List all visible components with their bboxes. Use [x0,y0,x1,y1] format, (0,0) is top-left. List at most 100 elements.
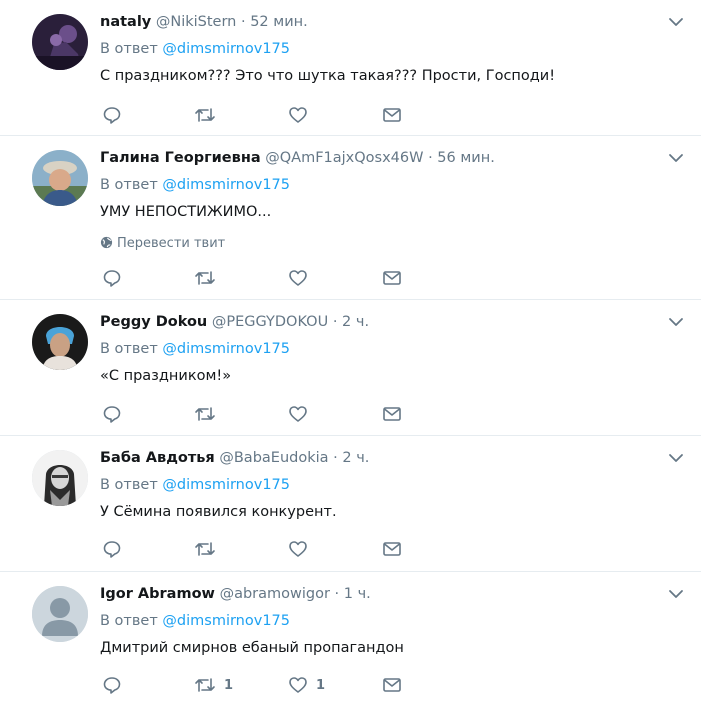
direct-message-button[interactable] [382,266,402,290]
chevron-down-icon[interactable] [666,448,686,468]
retweet-button[interactable] [194,402,224,426]
separator-dot: · [428,150,433,166]
tweet[interactable]: nataly @NikiStern · 52 мин. В ответ @dim… [0,0,701,136]
envelope-icon [383,271,401,285]
retweet-icon [195,108,215,122]
separator-dot: · [332,314,338,330]
retweet-icon [195,271,215,285]
reply-button[interactable] [102,537,122,561]
reply-prefix: В ответ [100,613,158,629]
tweet-text: УМУ НЕПОСТИЖИМО... [100,204,272,220]
display-name[interactable]: Галина Георгиевна [100,150,261,166]
separator-dot: · [334,586,340,602]
retweet-icon [195,542,215,556]
tweet[interactable]: Peggy Dokou @PEGGYDOKOU · 2 ч. В ответ @… [0,300,701,436]
tweet[interactable]: Баба Авдотья @BabaEudokia · 2 ч. В ответ… [0,436,701,572]
retweet-icon [195,678,215,692]
heart-icon [289,107,307,123]
like-button[interactable] [288,537,316,561]
reply-context: В ответ @dimsmirnov175 [100,38,290,60]
chevron-down-icon[interactable] [666,12,686,32]
heart-icon [289,270,307,286]
timestamp[interactable]: 2 ч. [342,314,369,330]
reply-prefix: В ответ [100,41,158,57]
tweet[interactable]: Галина Георгиевна @QAmF1ajxQosx46W · 56 … [0,136,701,300]
avatar[interactable] [32,450,88,506]
mention-link[interactable]: @dimsmirnov175 [162,477,290,493]
display-name[interactable]: Igor Abramow [100,586,215,602]
avatar[interactable] [32,586,88,642]
tweet-header: Peggy Dokou @PEGGYDOKOU · 2 ч. [100,311,369,333]
reply-button[interactable] [102,402,122,426]
like-button[interactable] [288,402,316,426]
user-handle[interactable]: @PEGGYDOKOU [212,314,328,330]
envelope-icon [383,407,401,421]
separator-dot: · [240,14,246,30]
chevron-down-icon[interactable] [666,148,686,168]
user-handle[interactable]: @BabaEudokia [219,450,328,466]
direct-message-button[interactable] [382,673,402,697]
heart-icon [289,677,307,693]
user-handle[interactable]: @NikiStern [156,14,237,30]
user-handle[interactable]: @QAmF1ajxQosx46W [265,150,423,166]
avatar[interactable] [32,150,88,206]
mention-link[interactable]: @dimsmirnov175 [162,613,290,629]
envelope-icon [383,678,401,692]
timestamp[interactable]: 52 мин. [250,14,308,30]
timestamp[interactable]: 1 ч. [344,586,371,602]
direct-message-button[interactable] [382,402,402,426]
avatar[interactable] [32,14,88,70]
tweet-text: У Сёмина появился конкурент. [100,504,337,520]
like-button[interactable] [288,103,316,127]
mention-link[interactable]: @dimsmirnov175 [162,177,290,193]
direct-message-button[interactable] [382,537,402,561]
display-name[interactable]: Peggy Dokou [100,314,207,330]
reply-icon [103,541,121,558]
timestamp[interactable]: 56 мин. [437,150,495,166]
retweet-count: 1 [224,677,234,693]
translate-tweet-link[interactable]: Перевести твит [100,234,225,254]
user-handle[interactable]: @abramowigor [220,586,330,602]
reply-button[interactable] [102,673,122,697]
tweet-actions [100,103,420,127]
reply-icon [103,677,121,694]
chevron-down-icon[interactable] [666,312,686,332]
timestamp[interactable]: 2 ч. [342,450,369,466]
direct-message-button[interactable] [382,103,402,127]
envelope-icon [383,542,401,556]
like-button[interactable] [288,266,316,290]
reply-button[interactable] [102,266,122,290]
retweet-icon [195,407,215,421]
mention-link[interactable]: @dimsmirnov175 [162,41,290,57]
mention-link[interactable]: @dimsmirnov175 [162,341,290,357]
reply-icon [103,107,121,124]
tweet-actions: 1 1 [100,673,420,697]
tweet-header: Галина Георгиевна @QAmF1ajxQosx46W · 56 … [100,147,495,169]
reply-button[interactable] [102,103,122,127]
like-count: 1 [316,677,326,693]
tweet-actions [100,266,420,290]
reply-context: В ответ @dimsmirnov175 [100,610,290,632]
separator-dot: · [333,450,338,466]
retweet-button[interactable]: 1 [194,673,233,697]
chevron-down-icon[interactable] [666,584,686,604]
avatar[interactable] [32,314,88,370]
display-name[interactable]: nataly [100,14,151,30]
retweet-button[interactable] [194,537,224,561]
reply-context: В ответ @dimsmirnov175 [100,474,290,496]
retweet-button[interactable] [194,103,224,127]
tweet-header: nataly @NikiStern · 52 мин. [100,11,308,33]
envelope-icon [383,108,401,122]
reply-icon [103,406,121,423]
like-button[interactable]: 1 [288,673,325,697]
heart-icon [289,541,307,557]
tweet-actions [100,537,420,561]
reply-context: В ответ @dimsmirnov175 [100,338,290,360]
globe-icon [100,236,113,249]
tweet[interactable]: Igor Abramow @abramowigor · 1 ч. В ответ… [0,572,701,703]
retweet-button[interactable] [194,266,224,290]
reply-context: В ответ @dimsmirnov175 [100,174,290,196]
tweet-text: С праздником??? Это что шутка такая??? П… [100,68,556,84]
display-name[interactable]: Баба Авдотья [100,450,215,466]
tweet-actions [100,402,420,426]
